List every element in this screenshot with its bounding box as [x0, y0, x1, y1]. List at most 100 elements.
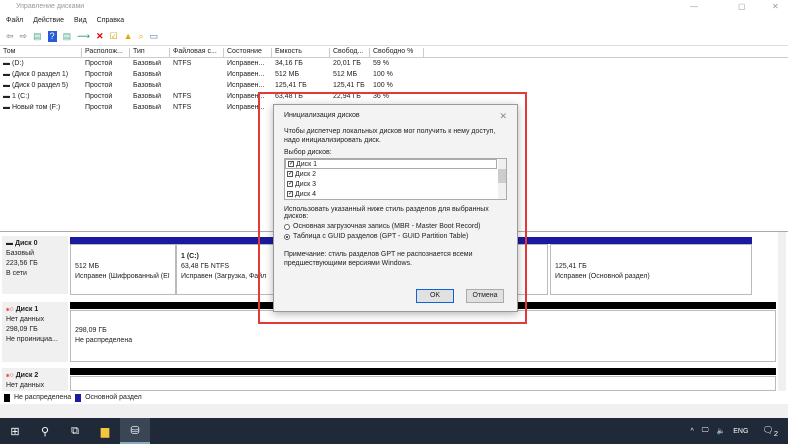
dialog-note: Примечание: стиль разделов GPT не распоз…	[284, 251, 473, 267]
list-scrollbar[interactable]	[498, 159, 506, 199]
table-cell: Базовый	[133, 71, 162, 78]
language-indicator[interactable]: ENG	[733, 428, 748, 435]
ok-button[interactable]: OK	[416, 289, 454, 303]
disk-list-item[interactable]: ✓ Диск 2	[285, 169, 506, 179]
window-icon[interactable]: ▭	[150, 31, 159, 42]
table-cell: 59 %	[373, 60, 389, 67]
menu-help[interactable]: Справка	[97, 17, 124, 25]
dialog-close-icon[interactable]: ✕	[499, 105, 507, 127]
col-free[interactable]: Свобод...	[330, 48, 370, 58]
table-cell: (Диск 0 раздел 1)	[12, 71, 69, 78]
disk-2-bar	[70, 368, 776, 375]
table-row[interactable]: ▬ (Диск 0 раздел 5) Простой Базовый Исправе…	[0, 81, 788, 92]
table-cell: (D:)	[12, 60, 24, 67]
toolbar: ⇦ ⇨ ▤ ? ▤ ⟿ ✕ ☑ ▲ ⌕ ▭	[0, 28, 788, 46]
table-cell: 125,41 ГБ	[275, 82, 307, 89]
cancel-button[interactable]: Отмена	[466, 289, 504, 303]
back-icon[interactable]: ⇦	[6, 31, 14, 42]
disk-0-label[interactable]: ▬ Диск 0 Базовый 223,56 ГБ В сети	[2, 236, 68, 294]
table-cell: Простой	[85, 104, 113, 111]
select-disks-label: Выбор дисков:	[284, 149, 332, 156]
menu-bar: Файл Действие Вид Справка	[0, 14, 130, 28]
col-free-pct[interactable]: Свободно %	[370, 48, 424, 58]
col-layout[interactable]: Располож...	[82, 48, 130, 58]
disk-list[interactable]: ✓ Диск 1 ✓ Диск 2 ✓ Диск 3 ✓ Диск 4	[284, 158, 507, 200]
col-status[interactable]: Состояние	[224, 48, 272, 58]
volume-icon: ▬	[3, 82, 10, 89]
table-cell: Исправен...	[227, 71, 265, 78]
menu-view[interactable]: Вид	[74, 17, 87, 25]
minimize-button[interactable]: —	[690, 2, 698, 11]
disk-icon: ▬	[6, 240, 15, 247]
checkbox[interactable]: ✓	[287, 191, 293, 197]
title-bar: Управление дисками	[0, 0, 788, 14]
window-title: Управление дисками	[16, 3, 85, 10]
gpt-option[interactable]: Таблица с GUID разделов (GPT - GUID Part…	[284, 233, 507, 240]
forward-icon[interactable]: ⇨	[20, 31, 28, 42]
taskbar: ⊞ ⚲ ⧉ ▆ ⛁ ^ 🖵 🔈 ENG 🗨2	[0, 418, 788, 444]
volume-icon[interactable]: 🔈	[717, 427, 726, 435]
disk-list-item[interactable]: ✓ Диск 3	[285, 179, 506, 189]
partition-system[interactable]: 512 МБ Исправен (Шифрованный (EI	[70, 244, 176, 295]
explorer-icon[interactable]: ▆	[90, 425, 120, 438]
checkbox[interactable]: ✓	[288, 161, 294, 167]
col-fs[interactable]: Файловая с...	[170, 48, 224, 58]
notifications-icon[interactable]: 🗨2	[762, 425, 778, 438]
checkbox[interactable]: ✓	[287, 171, 293, 177]
table-cell: Новый том (F:)	[12, 104, 61, 111]
table-cell: Базовый	[133, 104, 162, 111]
table-cell: 20,01 ГБ	[333, 60, 361, 67]
table-cell: Базовый	[133, 60, 162, 67]
initialize-disk-dialog: Инициализация дисков ✕ Чтобы диспетчер ло…	[273, 104, 518, 312]
radio[interactable]	[284, 233, 290, 240]
mbr-option[interactable]: Основная загрузочная запись (MBR - Maste…	[284, 223, 507, 230]
table-cell: 512 МБ	[275, 71, 300, 78]
dialog-title: Инициализация дисков ✕	[284, 105, 507, 127]
disk-list-item[interactable]: ✓ Диск 1	[285, 159, 497, 169]
partition-unallocated-2[interactable]	[70, 376, 776, 391]
maximize-button[interactable]: ▢	[738, 2, 746, 11]
disk-1-label[interactable]: ⁎○ Диск 1 Нет данных 298,09 ГБ Не проиници…	[2, 302, 68, 362]
radio[interactable]	[284, 223, 290, 230]
search-icon[interactable]: ⚲	[30, 425, 60, 438]
start-icon[interactable]: ⊞	[0, 425, 30, 438]
delete-icon[interactable]: ✕	[96, 31, 104, 42]
scrollbar[interactable]	[778, 232, 786, 391]
dialog-intro: Чтобы диспетчер локальных дисков мог пол…	[284, 128, 496, 144]
legend-primary: Основной раздел	[85, 394, 142, 401]
table-cell: (Диск 0 раздел 5)	[12, 82, 69, 89]
tray-chevron-icon[interactable]: ^	[690, 428, 693, 435]
table-cell: Исправен...	[227, 82, 265, 89]
check-icon[interactable]: ☑	[110, 31, 118, 42]
table-cell: 100 %	[373, 71, 393, 78]
partition-primary[interactable]: 125,41 ГБ Исправен (Основной раздел)	[550, 244, 752, 295]
col-capacity[interactable]: Емкость	[272, 48, 330, 58]
volume-icon: ▬	[3, 71, 10, 78]
table-cell: 512 МБ	[333, 71, 358, 78]
network-icon[interactable]: 🖵	[702, 427, 709, 435]
table-row[interactable]: ▬ (D:) Простой Базовый NTFS Исправен... 34,16…	[0, 59, 788, 70]
help-icon[interactable]: ?	[47, 31, 57, 42]
close-button[interactable]: ✕	[772, 2, 779, 11]
table-cell: NTFS	[173, 93, 192, 100]
table-cell: Исправен...	[227, 60, 265, 67]
task-view-icon[interactable]: ⧉	[60, 425, 90, 438]
disk-list-item[interactable]: ✓ Диск 4	[285, 189, 506, 199]
search-icon[interactable]: ⌕	[139, 31, 144, 42]
disk-2-label[interactable]: ⁎○ Диск 2 Нет данных	[2, 368, 68, 391]
col-volume[interactable]: Том	[0, 48, 82, 58]
disk-management-icon[interactable]: ⛁	[120, 418, 150, 444]
table-cell: Базовый	[133, 82, 162, 89]
console-icon[interactable]: ▤	[33, 31, 42, 42]
volume-table-header: Том Располож... Тип Файловая с... Состоя…	[0, 46, 788, 58]
col-type[interactable]: Тип	[130, 48, 170, 58]
table-cell: 125,41 ГБ	[333, 82, 365, 89]
table-cell: NTFS	[173, 104, 192, 111]
table-row[interactable]: ▬ (Диск 0 раздел 1) Простой Базовый Исправе…	[0, 70, 788, 81]
checkbox[interactable]: ✓	[287, 181, 293, 187]
properties-icon[interactable]: ▤	[63, 31, 72, 42]
connect-icon[interactable]: ⟿	[77, 31, 90, 42]
up-icon[interactable]: ▲	[124, 31, 133, 42]
menu-action[interactable]: Действие	[33, 17, 64, 25]
menu-file[interactable]: Файл	[6, 17, 23, 25]
